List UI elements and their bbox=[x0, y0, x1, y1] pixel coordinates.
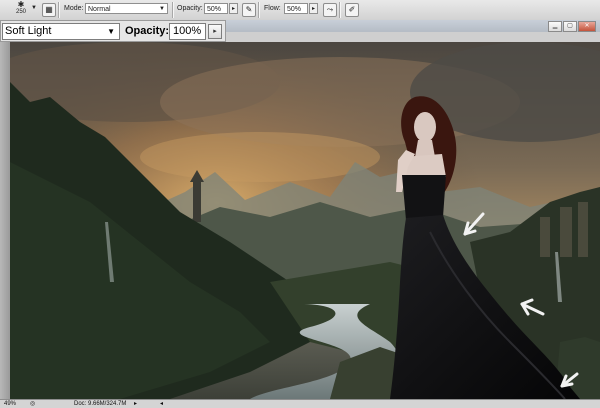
chevron-down-icon: ▼ bbox=[107, 27, 115, 36]
layer-opacity-label: Opacity: bbox=[125, 25, 170, 37]
brush-preset-picker[interactable]: ✱ 250 bbox=[14, 1, 28, 18]
layer-controls: Soft Light ▼ Opacity: 100% ▸ bbox=[0, 20, 226, 42]
document-window: ▁ ▢ ✕ bbox=[0, 20, 600, 399]
brush-dot-icon: ✱ bbox=[17, 0, 25, 9]
minimize-icon[interactable]: ▁ bbox=[548, 21, 562, 32]
mode-value: Normal bbox=[88, 6, 111, 13]
layer-opacity-value: 100% bbox=[173, 25, 202, 37]
flow-input[interactable]: 50% bbox=[284, 3, 308, 14]
divider bbox=[172, 2, 174, 18]
blend-mode-value: Soft Light bbox=[5, 25, 52, 37]
brush-size: 250 bbox=[15, 9, 26, 15]
artwork bbox=[10, 42, 600, 399]
opacity-label: Opacity: bbox=[177, 5, 203, 12]
opacity-value: 50% bbox=[207, 6, 222, 13]
tablet-size-icon[interactable]: ✐ bbox=[345, 3, 359, 17]
flow-label: Flow: bbox=[264, 5, 281, 12]
close-icon[interactable]: ✕ bbox=[578, 21, 596, 32]
image-canvas[interactable] bbox=[10, 42, 600, 399]
chevron-down-icon: ▼ bbox=[159, 6, 165, 12]
options-bar: ✱ 250 ▼ ▦ Mode: Normal ▼ Opacity: 50% ▸ … bbox=[0, 0, 600, 21]
flow-value: 50% bbox=[287, 6, 302, 13]
mode-label: Mode: bbox=[64, 5, 84, 12]
tablet-pressure-icon[interactable]: ✎ bbox=[242, 3, 256, 17]
divider bbox=[58, 2, 60, 18]
airbrush-icon[interactable]: ⤳ bbox=[323, 3, 337, 17]
blend-mode-select[interactable]: Soft Light ▼ bbox=[2, 23, 120, 40]
mode-select[interactable]: Normal ▼ bbox=[85, 3, 168, 14]
layer-opacity-slider-button[interactable]: ▸ bbox=[208, 24, 222, 39]
layer-opacity-input[interactable]: 100% bbox=[169, 23, 206, 40]
divider bbox=[339, 2, 341, 18]
document-titlebar: ▁ ▢ ✕ bbox=[226, 20, 600, 32]
brush-panel-icon[interactable]: ▦ bbox=[42, 3, 56, 17]
opacity-slider-button[interactable]: ▸ bbox=[229, 3, 238, 14]
vertical-ruler bbox=[0, 42, 10, 399]
divider bbox=[258, 2, 260, 18]
chevron-down-icon[interactable]: ▼ bbox=[31, 5, 37, 11]
maximize-icon[interactable]: ▢ bbox=[563, 21, 577, 32]
opacity-input[interactable]: 50% bbox=[204, 3, 228, 14]
flow-slider-button[interactable]: ▸ bbox=[309, 3, 318, 14]
